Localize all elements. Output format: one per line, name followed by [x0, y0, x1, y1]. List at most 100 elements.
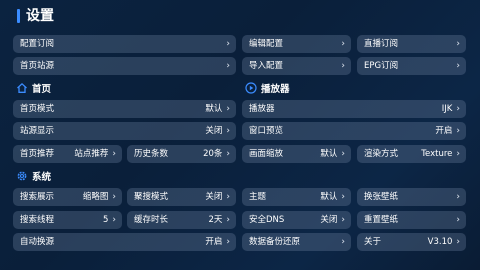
chevron-right-icon: › [456, 192, 460, 202]
section-home-title: 首页 [32, 84, 52, 95]
home-source-label: 首页站源 [20, 61, 55, 71]
section-player: 播放器 [245, 81, 290, 95]
chevron-right-icon: › [226, 192, 230, 202]
history-count-value: 20条 [203, 149, 223, 159]
aggregate-search-button[interactable]: 聚搜模式 关闭 › [127, 188, 236, 206]
search-display-label: 搜索展示 [20, 192, 55, 202]
aspect-button[interactable]: 画面缩放 默认 › [242, 145, 351, 163]
chevron-right-icon: › [456, 215, 460, 225]
window-preview-button[interactable]: 窗口预览 开启 › [242, 122, 466, 140]
aggregate-search-label: 聚搜模式 [134, 192, 169, 202]
chevron-right-icon: › [226, 215, 230, 225]
home-mode-button[interactable]: 首页模式 默认 › [13, 100, 236, 118]
theme-button[interactable]: 主题 默认 › [242, 188, 351, 206]
config-subscribe-label: 配置订阅 [20, 39, 55, 49]
chevron-right-icon: › [226, 39, 230, 49]
backup-restore-button[interactable]: 数据备份还原 › [242, 233, 351, 251]
reset-wallpaper-button[interactable]: 重置壁纸 › [357, 211, 466, 229]
theme-label: 主题 [249, 192, 267, 202]
home-recommend-value: 站点推荐 [74, 149, 109, 159]
auto-switch-label: 自动换源 [20, 237, 55, 247]
secure-dns-button[interactable]: 安全DNS 关闭 › [242, 211, 351, 229]
theme-value: 默认 [320, 192, 338, 202]
edit-config-button[interactable]: 编辑配置 › [242, 35, 351, 53]
aspect-value: 默认 [320, 149, 338, 159]
render-mode-button[interactable]: 渲染方式 Texture › [357, 145, 466, 163]
chevron-right-icon: › [226, 237, 230, 247]
player-value: IJK [441, 104, 453, 114]
chevron-right-icon: › [341, 149, 345, 159]
render-mode-label: 渲染方式 [364, 149, 399, 159]
render-mode-value: Texture [421, 149, 453, 159]
section-system-title: 系统 [32, 172, 52, 183]
chevron-right-icon: › [456, 237, 460, 247]
import-config-button[interactable]: 导入配置 › [242, 57, 351, 75]
secure-dns-label: 安全DNS [249, 215, 285, 225]
home-icon [17, 83, 27, 93]
import-config-label: 导入配置 [249, 61, 284, 71]
search-threads-label: 搜索线程 [20, 215, 55, 225]
gear-icon [17, 171, 27, 181]
chevron-right-icon: › [226, 149, 230, 159]
aggregate-search-value: 关闭 [205, 192, 223, 202]
title-accent-bar [17, 9, 20, 23]
live-subscribe-button[interactable]: 直播订阅 › [357, 35, 466, 53]
source-display-label: 站源显示 [20, 126, 55, 136]
epg-subscribe-button[interactable]: EPG订阅 › [357, 57, 466, 75]
chevron-right-icon: › [112, 192, 116, 202]
chevron-right-icon: › [341, 215, 345, 225]
home-source-button[interactable]: 首页站源 › [13, 57, 236, 75]
search-threads-button[interactable]: 搜索线程 5 › [13, 211, 122, 229]
history-count-button[interactable]: 历史条数 20条 › [127, 145, 236, 163]
chevron-right-icon: › [341, 39, 345, 49]
live-subscribe-label: 直播订阅 [364, 39, 399, 49]
history-count-label: 历史条数 [134, 149, 169, 159]
cache-duration-value: 2天 [208, 215, 223, 225]
player-button[interactable]: 播放器 IJK › [242, 100, 466, 118]
about-button[interactable]: 关于 V3.10 › [357, 233, 466, 251]
home-mode-label: 首页模式 [20, 104, 55, 114]
player-label: 播放器 [249, 104, 275, 114]
chevron-right-icon: › [341, 61, 345, 71]
chevron-right-icon: › [456, 104, 460, 114]
home-recommend-button[interactable]: 首页推荐 站点推荐 › [13, 145, 122, 163]
aspect-label: 画面缩放 [249, 149, 284, 159]
search-display-value: 缩略图 [82, 192, 109, 202]
chevron-right-icon: › [456, 61, 460, 71]
change-wallpaper-button[interactable]: 换张壁纸 › [357, 188, 466, 206]
chevron-right-icon: › [456, 126, 460, 136]
chevron-right-icon: › [226, 61, 230, 71]
reset-wallpaper-label: 重置壁纸 [364, 215, 399, 225]
source-display-value: 关闭 [205, 126, 223, 136]
home-mode-value: 默认 [205, 104, 223, 114]
chevron-right-icon: › [456, 39, 460, 49]
section-system: 系统 [16, 169, 51, 183]
window-preview-value: 开启 [435, 126, 453, 136]
chevron-right-icon: › [112, 215, 116, 225]
cache-duration-button[interactable]: 缓存时长 2天 › [127, 211, 236, 229]
backup-restore-label: 数据备份还原 [249, 237, 301, 247]
chevron-right-icon: › [112, 149, 116, 159]
about-value: V3.10 [427, 237, 453, 247]
auto-switch-button[interactable]: 自动换源 开启 › [13, 233, 236, 251]
chevron-right-icon: › [456, 149, 460, 159]
chevron-right-icon: › [226, 126, 230, 136]
epg-subscribe-label: EPG订阅 [364, 61, 399, 71]
source-display-button[interactable]: 站源显示 关闭 › [13, 122, 236, 140]
section-home: 首页 [16, 81, 51, 95]
chevron-right-icon: › [226, 104, 230, 114]
home-recommend-label: 首页推荐 [20, 149, 55, 159]
play-circle-icon [245, 82, 257, 94]
change-wallpaper-label: 换张壁纸 [364, 192, 399, 202]
search-display-button[interactable]: 搜索展示 缩略图 › [13, 188, 122, 206]
page-title: 设置 [26, 8, 54, 24]
edit-config-label: 编辑配置 [249, 39, 284, 49]
config-subscribe-button[interactable]: 配置订阅 › [13, 35, 236, 53]
secure-dns-value: 关闭 [320, 215, 338, 225]
cache-duration-label: 缓存时长 [134, 215, 169, 225]
section-player-title: 播放器 [261, 84, 290, 95]
chevron-right-icon: › [341, 192, 345, 202]
auto-switch-value: 开启 [205, 237, 223, 247]
window-preview-label: 窗口预览 [249, 126, 284, 136]
about-label: 关于 [364, 237, 382, 247]
